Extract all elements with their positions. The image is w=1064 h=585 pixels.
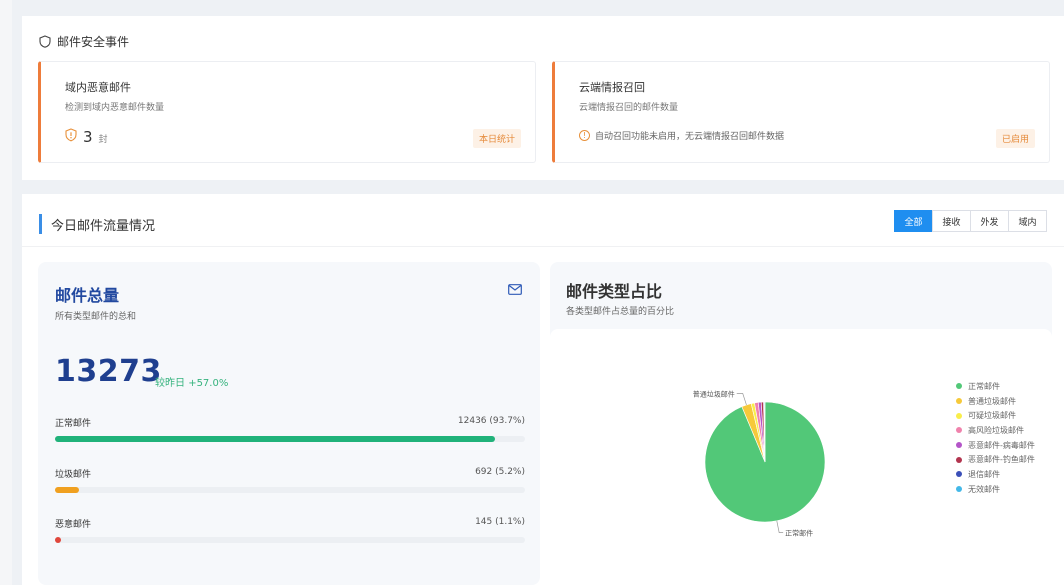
legend-item[interactable]: 恶意邮件-病毒邮件 bbox=[956, 438, 1035, 453]
traffic-panel: 今日邮件流量情况 全部 接收 外发 域内 邮件总量 所有类型邮件的总和 1327… bbox=[22, 194, 1064, 585]
spam-mail-row: 垃圾邮件 692 (5.2%) bbox=[55, 467, 525, 499]
pie-legend: 正常邮件普通垃圾邮件 可疑垃圾邮件 高风险垃圾邮件恶意邮件-病毒邮件 恶意邮件-钓鱼邮… bbox=[956, 379, 1035, 497]
legend-item[interactable]: 恶意邮件-钓鱼邮件 bbox=[956, 452, 1035, 467]
legend-dot bbox=[956, 427, 962, 434]
domain-count-unit: 封 bbox=[98, 135, 108, 145]
legend-item[interactable]: 可疑垃圾邮件 bbox=[956, 408, 1035, 423]
legend-label: 退信邮件 bbox=[968, 469, 1000, 479]
type-title: 邮件类型占比 bbox=[566, 282, 663, 301]
legend-label: 正常邮件 bbox=[968, 381, 1000, 391]
malicious-bar-fill bbox=[55, 537, 61, 543]
title-accent-bar bbox=[39, 214, 42, 234]
legend-dot bbox=[956, 486, 962, 493]
legend-dot bbox=[956, 383, 962, 390]
legend-item[interactable]: 正常邮件 bbox=[956, 379, 1035, 394]
legend-item[interactable]: 普通垃圾邮件 bbox=[956, 394, 1035, 409]
legend-label: 恶意邮件-钓鱼邮件 bbox=[968, 455, 1035, 465]
cloud-card-desc: 云端情报召回的邮件数量 bbox=[579, 103, 679, 113]
mail-type-card: 邮件类型占比 各类型邮件占总量的百分比 正常邮件 普通垃圾邮件 正常邮件 普通垃圾邮… bbox=[550, 262, 1052, 585]
today-stat-badge: 本日统计 bbox=[472, 129, 521, 148]
shield-warning-icon bbox=[65, 128, 77, 142]
total-subtitle: 所有类型邮件的总和 bbox=[55, 312, 137, 322]
legend-label: 高风险垃圾邮件 bbox=[968, 425, 1024, 435]
tab-all[interactable]: 全部 bbox=[894, 210, 933, 232]
malicious-mail-row: 恶意邮件 145 (1.1%) bbox=[55, 517, 525, 549]
bar-label: 正常邮件 bbox=[55, 419, 92, 429]
bar-label: 恶意邮件 bbox=[55, 520, 92, 530]
legend-dot bbox=[956, 471, 962, 478]
legend-item[interactable]: 退信邮件 bbox=[956, 467, 1035, 482]
legend-label: 恶意邮件-病毒邮件 bbox=[968, 440, 1035, 450]
domain-card-desc: 检测到域内恶意邮件数量 bbox=[65, 103, 165, 113]
legend-dot bbox=[956, 412, 962, 419]
legend-dot bbox=[956, 398, 962, 405]
bar-label: 垃圾邮件 bbox=[55, 470, 92, 480]
compare-label: 较昨日 bbox=[155, 378, 185, 389]
bar-value: 692 (5.2%) bbox=[475, 467, 525, 477]
bar-track bbox=[55, 436, 525, 442]
left-edge-strip bbox=[0, 0, 12, 585]
direction-tabs: 全部 接收 外发 域内 bbox=[894, 210, 1047, 232]
cloud-card-note: ! 自动召回功能未启用，无云端情报召回邮件数据 bbox=[579, 129, 784, 142]
cloud-note-text: 自动召回功能未启用，无云端情报召回邮件数据 bbox=[595, 132, 785, 142]
bar-value: 145 (1.1%) bbox=[475, 517, 525, 527]
legend-label: 普通垃圾邮件 bbox=[968, 396, 1016, 406]
compare-value: +57.0% bbox=[188, 378, 229, 389]
legend-item[interactable]: 高风险垃圾邮件 bbox=[956, 423, 1035, 438]
tab-inbound[interactable]: 接收 bbox=[932, 210, 971, 232]
security-section-header: 邮件安全事件 bbox=[39, 33, 129, 50]
domain-malicious-card[interactable]: 域内恶意邮件 检测到域内恶意邮件数量 3 封 本日统计 bbox=[38, 61, 536, 163]
legend-dot bbox=[956, 442, 962, 449]
bar-track bbox=[55, 537, 525, 543]
label-leader-line bbox=[736, 393, 747, 406]
shield-icon bbox=[39, 35, 51, 48]
total-mail-card: 邮件总量 所有类型邮件的总和 13273 较昨日 +57.0% 正常邮件 124… bbox=[38, 262, 540, 585]
day-compare: 较昨日 +57.0% bbox=[155, 374, 228, 389]
pie-chart: 正常邮件 普通垃圾邮件 bbox=[693, 390, 826, 538]
enabled-badge: 已启用 bbox=[995, 129, 1035, 148]
tab-internal[interactable]: 域内 bbox=[1008, 210, 1047, 232]
total-count: 13273 bbox=[55, 354, 162, 389]
total-title: 邮件总量 bbox=[55, 286, 120, 305]
header-divider bbox=[22, 246, 1064, 247]
domain-count-value: 3 bbox=[83, 128, 93, 146]
label-leader-line bbox=[776, 520, 784, 533]
traffic-title: 今日邮件流量情况 bbox=[51, 218, 156, 234]
security-section-title: 邮件安全事件 bbox=[57, 35, 130, 49]
traffic-header: 今日邮件流量情况 bbox=[39, 213, 155, 235]
tab-outbound[interactable]: 外发 bbox=[970, 210, 1009, 232]
domain-card-count: 3 封 bbox=[65, 128, 108, 146]
legend-item[interactable]: 无效邮件 bbox=[956, 482, 1035, 497]
domain-card-title: 域内恶意邮件 bbox=[65, 81, 131, 94]
bar-track bbox=[55, 487, 525, 493]
cloud-recall-card[interactable]: 云端情报召回 云端情报召回的邮件数量 ! 自动召回功能未启用，无云端情报召回邮件… bbox=[552, 61, 1050, 163]
pie-slice-label: 普通垃圾邮件 bbox=[693, 390, 735, 399]
bar-value: 12436 (93.7%) bbox=[457, 416, 525, 426]
normal-mail-row: 正常邮件 12436 (93.7%) bbox=[55, 416, 525, 448]
pie-chart-area: 正常邮件 普通垃圾邮件 正常邮件 普通垃圾邮件 可疑垃圾邮件 高风险垃圾邮件 恶意邮件-病… bbox=[550, 329, 1052, 585]
info-icon: ! bbox=[579, 130, 590, 141]
legend-dot bbox=[956, 456, 962, 463]
pie-slice-label: 正常邮件 bbox=[785, 529, 813, 538]
type-subtitle: 各类型邮件占总量的百分比 bbox=[566, 307, 675, 317]
cloud-card-title: 云端情报召回 bbox=[579, 81, 645, 94]
legend-label: 无效邮件 bbox=[968, 484, 1000, 494]
spam-bar-fill bbox=[55, 487, 80, 493]
normal-bar-fill bbox=[55, 436, 496, 442]
legend-label: 可疑垃圾邮件 bbox=[968, 411, 1016, 421]
mail-icon[interactable] bbox=[508, 284, 522, 295]
security-events-panel: 邮件安全事件 域内恶意邮件 检测到域内恶意邮件数量 3 封 本日统计 云端情报召… bbox=[22, 16, 1064, 180]
